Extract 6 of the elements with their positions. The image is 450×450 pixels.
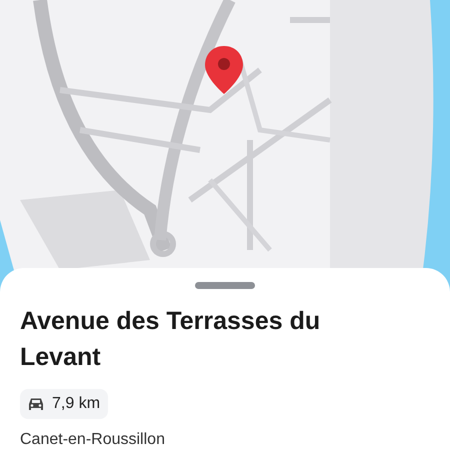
- map-pin-icon: [203, 44, 245, 96]
- drag-handle[interactable]: [195, 282, 255, 289]
- place-title: Avenue des Terrasses du Levant: [20, 306, 322, 373]
- car-icon: [28, 396, 44, 412]
- locality-text: Canet-en-Roussillon: [20, 430, 166, 450]
- distance-text: 7,9 km: [52, 394, 100, 414]
